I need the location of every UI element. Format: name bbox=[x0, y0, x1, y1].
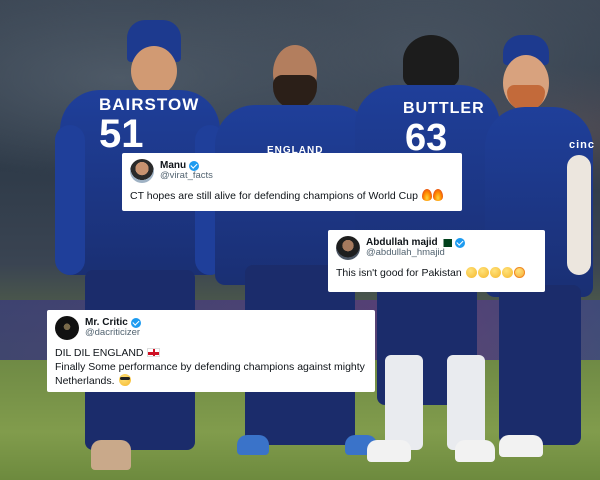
author-handle[interactable]: @dacriticizer bbox=[85, 327, 141, 339]
tweet-header: Mr. Critic @dacriticizer bbox=[55, 316, 367, 340]
player-bairstow: BAIRSTOW 51 bbox=[55, 20, 230, 480]
fire-emoji-icon bbox=[421, 189, 432, 201]
tweet-line: DIL DIL ENGLAND bbox=[55, 346, 367, 360]
player-trousers bbox=[499, 285, 581, 445]
verified-badge-icon bbox=[130, 317, 141, 328]
tweet-author: Abdullah majid @abdullah_hmajid bbox=[366, 237, 465, 259]
tweet-card[interactable]: Mr. Critic @dacriticizer DIL DIL ENGLAND… bbox=[47, 310, 375, 392]
tweet-author: Manu @virat_facts bbox=[160, 160, 213, 182]
shirt-number: 51 bbox=[99, 112, 144, 156]
tweet-card[interactable]: Manu @virat_facts CT hopes are still ali… bbox=[122, 153, 462, 211]
verified-badge-icon bbox=[454, 237, 465, 248]
avatar[interactable] bbox=[55, 316, 79, 340]
sponsor-text: cinc bbox=[569, 139, 596, 151]
tweet-line-2: Finally Some performance by defending ch… bbox=[55, 361, 365, 388]
tweet-line-1: DIL DIL ENGLAND bbox=[55, 347, 144, 359]
tweet-text: CT hopes are still alive for defending c… bbox=[130, 189, 454, 203]
player-shoe bbox=[237, 435, 269, 455]
crying-face-emoji-icon bbox=[465, 267, 477, 278]
tweet-header: Manu @virat_facts bbox=[130, 159, 454, 183]
sunglasses-face-emoji-icon bbox=[119, 374, 132, 387]
batting-pad bbox=[385, 355, 423, 450]
tweet-body-text: This isn't good for Pakistan bbox=[336, 267, 462, 279]
tweet-line: Finally Some performance by defending ch… bbox=[55, 360, 367, 388]
tweet-text: This isn't good for Pakistan bbox=[336, 266, 537, 280]
tweet-header: Abdullah majid @abdullah_hmajid bbox=[336, 236, 537, 260]
pakistan-flag-icon bbox=[440, 238, 452, 247]
avatar[interactable] bbox=[130, 159, 154, 183]
laughing-face-emoji-icon bbox=[489, 267, 501, 278]
player-head bbox=[131, 46, 177, 96]
verified-badge-icon bbox=[189, 160, 200, 171]
laughing-face-emoji-icon bbox=[477, 267, 489, 278]
player-helmet bbox=[403, 35, 459, 87]
tweet-author: Mr. Critic @dacriticizer bbox=[85, 317, 141, 339]
flushed-face-emoji-icon bbox=[513, 267, 525, 278]
batting-pad bbox=[447, 355, 485, 450]
tweet-text: DIL DIL ENGLAND Finally Some performance… bbox=[55, 346, 367, 389]
fire-emoji-icon bbox=[432, 189, 443, 201]
england-flag-icon bbox=[146, 348, 160, 357]
player-arm-sleeve bbox=[567, 155, 591, 275]
author-handle[interactable]: @abdullah_hmajid bbox=[366, 247, 465, 259]
player-shoe bbox=[499, 435, 543, 457]
player-arm bbox=[55, 125, 85, 275]
author-handle[interactable]: @virat_facts bbox=[160, 170, 213, 182]
player-shoe bbox=[91, 440, 131, 470]
player-beard bbox=[273, 75, 317, 109]
laughing-face-emoji-icon bbox=[501, 267, 513, 278]
tweet-body-text: CT hopes are still alive for defending c… bbox=[130, 190, 418, 202]
shirt-name: BUTTLER bbox=[403, 100, 485, 117]
tweet-card[interactable]: Abdullah majid @abdullah_hmajid This isn… bbox=[328, 230, 545, 292]
player-shoe bbox=[367, 440, 411, 462]
avatar[interactable] bbox=[336, 236, 360, 260]
